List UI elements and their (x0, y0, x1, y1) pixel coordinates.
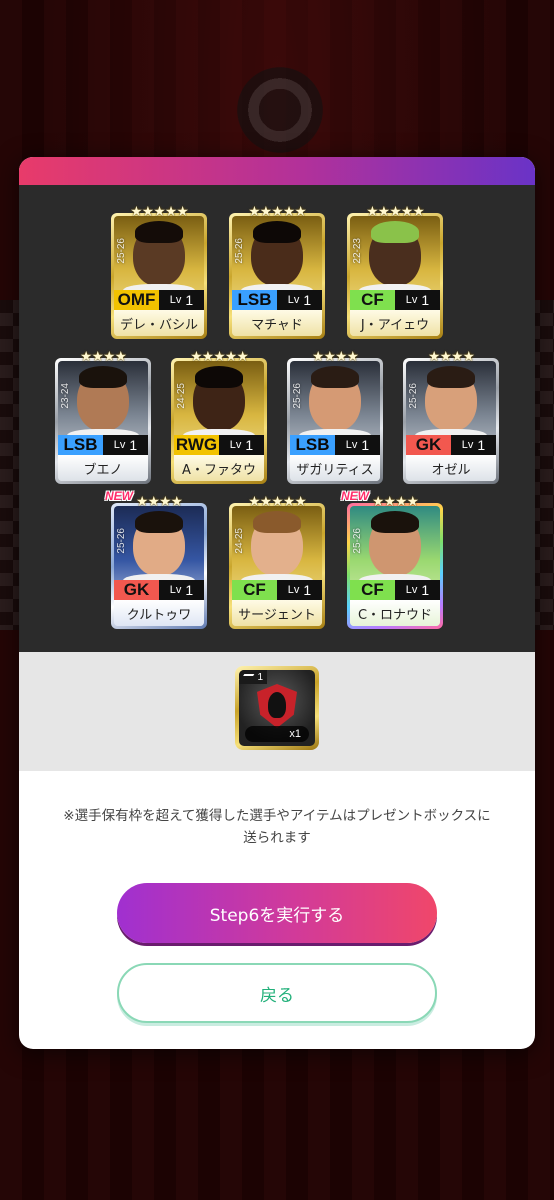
player-name: ブエノ (58, 455, 148, 481)
player-portrait (183, 366, 255, 445)
level-label: Lv 1 (169, 292, 194, 308)
level-label: Lv 1 (405, 582, 430, 598)
season-label: 25-26 (234, 238, 245, 264)
player-card[interactable]: 24-25 RWG Lv 1 A・ファタウ ★★★★★ (171, 349, 267, 484)
new-badge: NEW (341, 489, 369, 503)
rarity-stars: ★★★★★ (190, 349, 249, 365)
player-portrait (359, 511, 431, 590)
player-row-3: NEW 25-26 GK Lv 1 クルトゥワ ★★★★ 24-25 CF Lv… (19, 489, 535, 629)
player-name: デレ・バシル (114, 310, 204, 336)
rarity-stars: ★★★★ (79, 349, 127, 365)
player-name: C・ロナウド (350, 600, 440, 626)
player-portrait (123, 511, 195, 590)
rarity-stars: ★★★★★ (248, 494, 307, 510)
result-modal: 25-26 OMF Lv 1 デレ・バシル ★★★★★ 25-26 LSB Lv 1 (19, 157, 535, 1049)
position-badge: LSB (58, 435, 103, 455)
season-label: 25-26 (292, 383, 303, 409)
season-label: 23-24 (60, 383, 71, 409)
new-badge: NEW (105, 489, 133, 503)
players-area: 25-26 OMF Lv 1 デレ・バシル ★★★★★ 25-26 LSB Lv 1 (19, 185, 535, 652)
item-rank-flag: 1 (239, 670, 267, 684)
position-badge: CF (350, 580, 395, 600)
season-label: 24-25 (234, 528, 245, 554)
rarity-stars: ★★★★ (427, 349, 475, 365)
level-label: Lv 1 (287, 582, 312, 598)
player-name: クルトゥワ (114, 600, 204, 626)
player-portrait (241, 511, 313, 590)
position-badge: OMF (114, 290, 159, 310)
player-card[interactable]: 25-26 LSB Lv 1 マチャド ★★★★★ (229, 204, 325, 339)
season-label: 24-25 (176, 383, 187, 409)
player-card[interactable]: 25-26 OMF Lv 1 デレ・バシル ★★★★★ (111, 204, 207, 339)
position-badge: GK (114, 580, 159, 600)
level-label: Lv 1 (113, 437, 138, 453)
item-quantity: x1 (245, 726, 309, 742)
position-badge: GK (406, 435, 451, 455)
player-row-1: 25-26 OMF Lv 1 デレ・バシル ★★★★★ 25-26 LSB Lv 1 (19, 204, 535, 339)
rarity-stars: ★★★★★ (130, 204, 189, 220)
player-portrait (67, 366, 139, 445)
back-button[interactable]: 戻る (117, 963, 437, 1023)
player-card[interactable]: 24-25 CF Lv 1 サージェント ★★★★★ (229, 494, 325, 629)
player-card[interactable]: NEW 25-26 CF Lv 1 C・ロナウド ★★★★ (341, 489, 443, 629)
player-card[interactable]: 25-26 LSB Lv 1 ザガリティス ★★★★ (287, 349, 383, 484)
player-name: サージェント (232, 600, 322, 626)
player-portrait (241, 221, 313, 300)
position-badge: CF (350, 290, 395, 310)
position-badge: RWG (174, 435, 219, 455)
rarity-stars: ★★★★ (371, 494, 419, 510)
player-row-2: 23-24 LSB Lv 1 ブエノ ★★★★ 24-25 RWG Lv 1 A… (19, 349, 535, 484)
level-label: Lv 1 (345, 437, 370, 453)
overflow-notice: ※選手保有枠を超えて獲得した選手やアイテムはプレゼントボックスに送られます (63, 808, 491, 846)
level-label: Lv 1 (169, 582, 194, 598)
position-badge: CF (232, 580, 277, 600)
player-card[interactable]: 25-26 GK Lv 1 オゼル ★★★★ (403, 349, 499, 484)
season-label: 25-26 (116, 528, 127, 554)
player-name: A・ファタウ (174, 455, 264, 481)
player-name: ザガリティス (290, 455, 380, 481)
season-label: 25-26 (352, 528, 363, 554)
player-name: マチャド (232, 310, 322, 336)
player-portrait (123, 221, 195, 300)
player-portrait (415, 366, 487, 445)
position-badge: LSB (290, 435, 335, 455)
position-badge: LSB (232, 290, 277, 310)
rarity-stars: ★★★★★ (366, 204, 425, 220)
item-card[interactable]: 1 x1 (235, 666, 319, 750)
level-label: Lv 1 (461, 437, 486, 453)
player-name: J・アイェウ (350, 310, 440, 336)
execute-step-button[interactable]: Step6を実行する (117, 883, 437, 943)
item-area: 1 x1 (19, 652, 535, 771)
player-card[interactable]: 23-24 LSB Lv 1 ブエノ ★★★★ (55, 349, 151, 484)
player-name: オゼル (406, 455, 496, 481)
level-label: Lv 1 (287, 292, 312, 308)
season-label: 22-23 (352, 238, 363, 264)
rarity-stars: ★★★★ (135, 494, 183, 510)
player-card[interactable]: 22-23 CF Lv 1 J・アイェウ ★★★★★ (347, 204, 443, 339)
level-label: Lv 1 (229, 437, 254, 453)
rarity-stars: ★★★★★ (248, 204, 307, 220)
modal-header-bar (19, 157, 535, 185)
player-card[interactable]: NEW 25-26 GK Lv 1 クルトゥワ ★★★★ (105, 489, 207, 629)
level-label: Lv 1 (405, 292, 430, 308)
rarity-stars: ★★★★ (311, 349, 359, 365)
season-label: 25-26 (116, 238, 127, 264)
season-label: 25-26 (408, 383, 419, 409)
player-portrait (299, 366, 371, 445)
player-portrait (359, 221, 431, 300)
shield-icon (257, 684, 297, 728)
